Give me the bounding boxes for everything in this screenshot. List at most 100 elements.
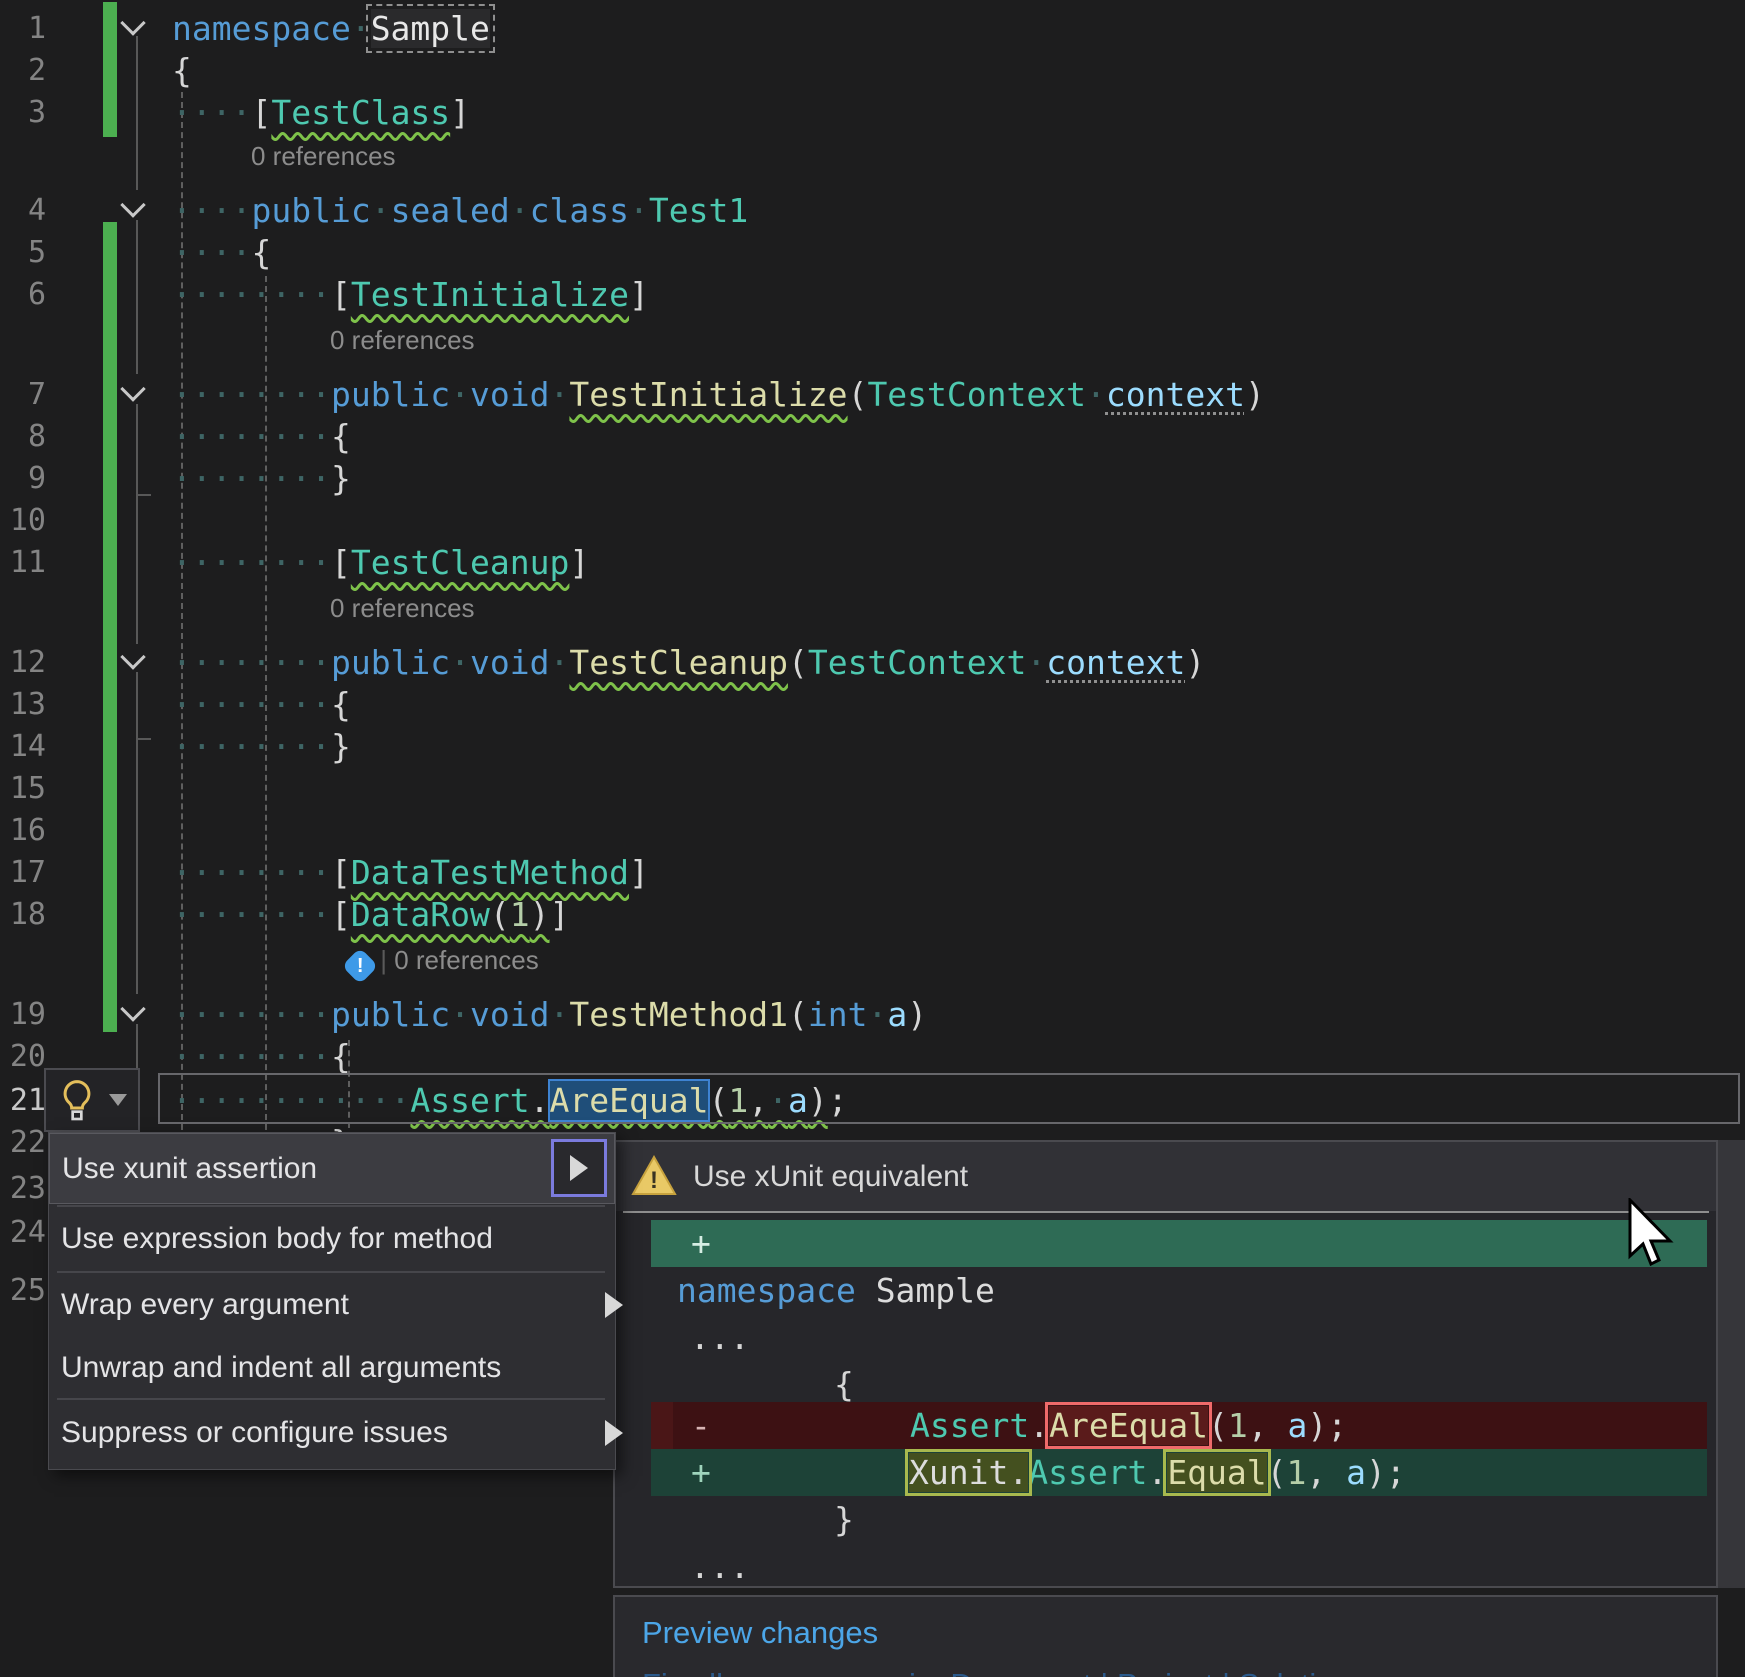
preview-header: ! Use xUnit equivalent [615,1142,1716,1211]
collapse-chevron-icon[interactable] [120,644,145,669]
code-token: } [834,1500,854,1539]
chevron-down-icon [109,1094,127,1106]
collapse-chevron-icon[interactable] [120,376,145,401]
code-line[interactable]: ········public·void·TestCleanup(TestCont… [172,642,1205,684]
line-number[interactable]: 25 [0,1270,46,1312]
line-number[interactable]: 22 [0,1122,46,1164]
codelens-references[interactable]: ! | 0 references [347,945,539,979]
code-line[interactable]: ········public·void·TestMethod1(int·a) [172,994,927,1036]
outline-guide-tick [136,494,151,496]
code-line[interactable]: ········[DataRow(1)] [172,894,569,936]
code-line[interactable]: namespace·Sample [172,8,490,50]
code-token: ] [450,93,470,132]
diff-sign: + [691,1449,711,1496]
menu-item[interactable]: Suppress or configure issues [49,1400,615,1466]
code-token: ( [1267,1453,1287,1492]
removed-symbol-box: AreEqual [1049,1406,1208,1445]
diff-added-line: +Xunit.Assert.Equal(1, a); [651,1449,1707,1496]
code-line[interactable]: ········[TestCleanup] [172,542,589,584]
code-line[interactable]: ····public·sealed·class·Test1 [172,190,748,232]
quick-actions-lightbulb-button[interactable] [44,1068,140,1132]
line-number[interactable]: 13 [0,684,46,726]
code-token: DataTestMethod [351,853,629,892]
diff-added-line: + [651,1220,1707,1267]
code-token: Test1 [649,191,748,230]
code-token: [ [251,93,271,132]
code-token: { [331,1037,351,1076]
line-number[interactable]: 7 [0,374,46,416]
diff-context-line: { [834,1361,854,1408]
menu-item[interactable]: Wrap every argument [49,1273,615,1336]
code-line[interactable]: ····[TestClass] [172,92,470,134]
change-tracking-bar [103,2,117,137]
code-line[interactable]: ········{ [172,416,351,458]
line-number[interactable]: 8 [0,416,46,458]
code-line[interactable]: ········{ [172,1036,351,1078]
diff-code: { [834,1365,854,1404]
preview-changes-link[interactable]: Preview changes [642,1615,878,1651]
code-token: · [550,375,570,414]
line-number[interactable]: 24 [0,1212,46,1254]
preview-scrollbar[interactable] [1718,1140,1745,1588]
code-token: ... [690,1318,750,1357]
preview-title: Use xUnit equivalent [693,1160,968,1194]
code-token: Sample [876,1271,995,1310]
menu-separator [57,1271,605,1273]
line-number[interactable]: 12 [0,642,46,684]
line-number[interactable]: 6 [0,274,46,316]
code-line[interactable]: ········} [172,726,351,768]
code-line[interactable]: ········[DataTestMethod] [172,852,649,894]
line-number[interactable]: 3 [0,92,46,134]
line-number[interactable]: 23 [0,1168,46,1210]
code-token: Xunit [909,1453,1008,1492]
code-line[interactable]: ········{ [172,684,351,726]
code-line[interactable]: { [172,50,192,92]
line-number[interactable]: 5 [0,232,46,274]
code-token: ········ [172,895,331,934]
code-token: ········ [172,459,331,498]
line-number[interactable]: 11 [0,542,46,584]
code-token: ( [848,375,868,414]
code-token: 1 [1228,1406,1248,1445]
code-token: ········ [172,995,331,1034]
line-number[interactable]: 9 [0,458,46,500]
line-number[interactable]: 14 [0,726,46,768]
menu-item[interactable]: Use expression body for method [49,1207,615,1271]
code-line[interactable]: ········} [172,458,351,500]
line-number[interactable]: 17 [0,852,46,894]
submenu-arrow-button[interactable] [551,1139,607,1197]
menu-item-label: Wrap every argument [49,1288,349,1322]
code-token: ········ [172,853,331,892]
line-number[interactable]: 10 [0,500,46,542]
diff-code: namespace Sample [677,1271,995,1310]
code-token: , [1248,1406,1288,1445]
line-number[interactable]: 18 [0,894,46,936]
line-number[interactable]: 15 [0,768,46,810]
line-number[interactable]: 16 [0,810,46,852]
code-line[interactable]: ········public·void·TestInitialize(TestC… [172,374,1265,416]
code-token: ········ [172,727,331,766]
code-line[interactable]: ········[TestInitialize] [172,274,649,316]
collapse-chevron-icon[interactable] [120,10,145,35]
code-token: ( [490,895,510,934]
codelens-references[interactable]: 0 references [330,593,475,623]
code-token: · [550,995,570,1034]
fix-all-occurrences-text[interactable]: Fix all occurrences in: Document | Proje… [642,1667,1351,1677]
menu-item[interactable]: Unwrap and indent all arguments [49,1337,615,1398]
line-number[interactable]: 21 [0,1080,46,1122]
diff-sign: - [691,1402,711,1449]
line-number[interactable]: 20 [0,1036,46,1078]
codelens-references[interactable]: 0 references [330,325,475,355]
code-token: } [331,459,351,498]
line-number[interactable]: 1 [0,8,46,50]
code-line[interactable]: ····{ [172,232,271,274]
code-token: ) [530,895,550,934]
menu-item[interactable]: Use xunit assertion [49,1133,615,1204]
line-number[interactable]: 2 [0,50,46,92]
collapse-chevron-icon[interactable] [120,192,145,217]
line-number[interactable]: 19 [0,994,46,1036]
code-token: ········ [172,1037,331,1076]
codelens-references[interactable]: 0 references [251,141,396,171]
collapse-chevron-icon[interactable] [120,996,145,1021]
line-number[interactable]: 4 [0,190,46,232]
